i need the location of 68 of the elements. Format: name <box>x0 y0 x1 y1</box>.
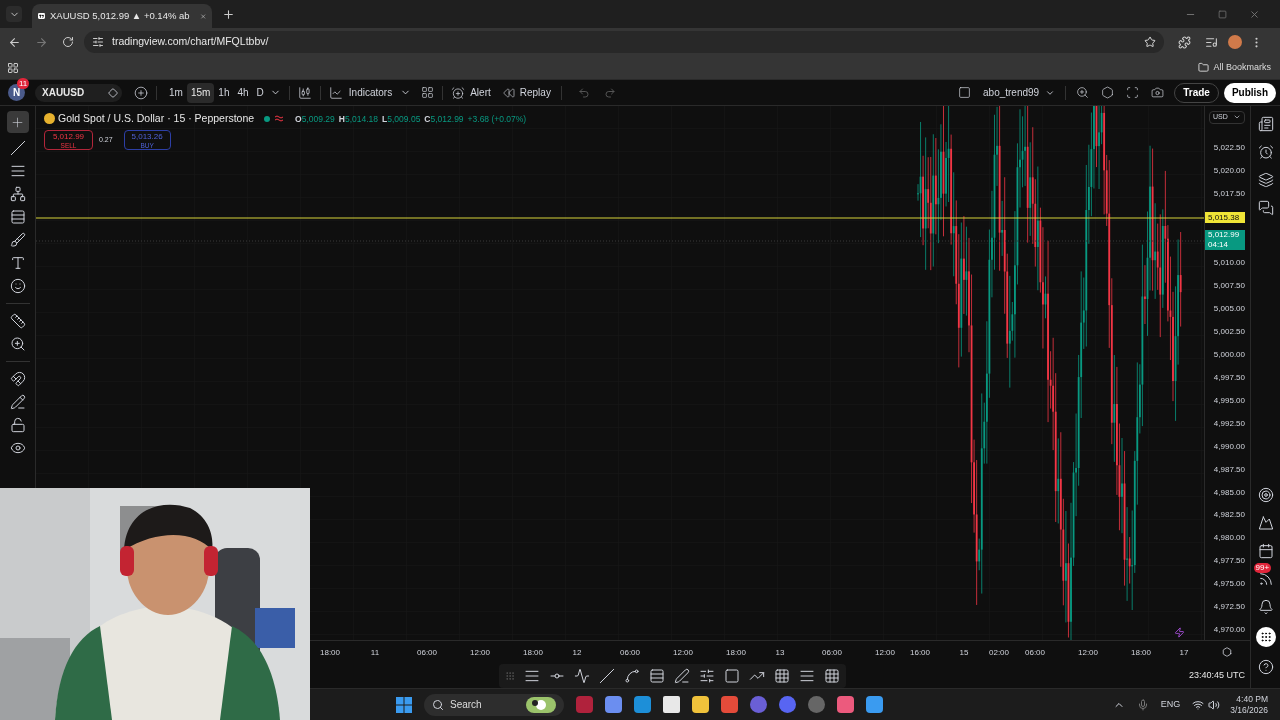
price-label: 5,010.00 <box>1213 257 1245 270</box>
taskbar-clock[interactable]: 4:40 PM 3/16/2026 <box>1230 693 1268 716</box>
ohlc-value: C5,012.99 <box>424 112 464 126</box>
time-label: 17 <box>1179 647 1189 659</box>
time-label: 16:00 <box>910 647 930 659</box>
time-label: 06:00 <box>1025 647 1045 659</box>
price-label: 5,020.00 <box>1213 165 1245 178</box>
ohlc-value: H5,014.18 <box>338 112 379 126</box>
time-label: 13 <box>775 647 785 659</box>
notification-badge: 11 <box>17 78 30 89</box>
tab-title: XAUUSD 5,012.99 ▲ +0.14% ab <box>50 8 190 23</box>
ohlc-value: O5,009.29 <box>295 112 335 126</box>
alert-button[interactable]: Alert <box>451 85 491 100</box>
interval-button[interactable]: 1h <box>214 82 234 103</box>
ohlc-value: L5,009.05 <box>382 112 421 126</box>
indicators-button[interactable]: Indicators <box>328 85 393 100</box>
interval-button[interactable]: 1m <box>165 82 187 103</box>
taskbar-search-field[interactable]: Search <box>424 693 564 716</box>
time-label: 18:00 <box>1131 647 1151 659</box>
price-label: 4,972.50 <box>1213 601 1245 614</box>
time-label: 18:00 <box>726 647 746 659</box>
price-label: 4,975.00 <box>1213 578 1245 591</box>
time-label: 06:00 <box>417 647 437 659</box>
language-indicator[interactable]: ENG <box>1160 697 1181 712</box>
line-price-tag: 5,015.38 <box>1205 211 1245 223</box>
time-label: 12:00 <box>470 647 490 659</box>
price-label: 4,990.00 <box>1213 440 1245 453</box>
price-label: 4,995.00 <box>1213 394 1245 407</box>
address-bar[interactable]: tradingview.com/chart/MFQLtbbv/ <box>84 31 1164 53</box>
time-label: 18:00 <box>320 647 340 659</box>
layout-name-button[interactable]: abo_trend99 <box>983 85 1056 100</box>
last-price-tag: 5,012.99 04:14 <box>1205 230 1245 251</box>
all-bookmarks-button[interactable]: All Bookmarks <box>1198 60 1273 75</box>
replay-button[interactable]: Replay <box>502 85 551 100</box>
price-label: 4,970.00 <box>1213 624 1245 637</box>
time-label: 12:00 <box>1078 647 1098 659</box>
price-label: 4,980.00 <box>1213 532 1245 545</box>
price-label: 4,997.50 <box>1213 371 1245 384</box>
price-label: 4,985.00 <box>1213 486 1245 499</box>
time-label: 18:00 <box>523 647 543 659</box>
browser-tab[interactable]: XAUUSD 5,012.99 ▲ +0.14% ab <box>32 4 212 28</box>
price-change: +3.68 (+0.07%) <box>467 112 527 126</box>
utc-clock: 23:40:45 UTC <box>1188 668 1246 682</box>
price-label: 4,977.50 <box>1213 555 1245 568</box>
price-label: 5,022.50 <box>1213 142 1245 155</box>
price-label: 5,000.00 <box>1213 348 1245 361</box>
time-label: 12 <box>572 647 582 659</box>
interval-button[interactable]: 4h <box>233 82 253 103</box>
time-label: 15 <box>959 647 969 659</box>
price-label: 4,982.50 <box>1213 509 1245 522</box>
price-label: 4,987.50 <box>1213 463 1245 476</box>
interval-button[interactable]: D <box>252 82 268 103</box>
time-label: 06:00 <box>822 647 842 659</box>
time-label: 02:00 <box>989 647 1009 659</box>
symbol-search-field[interactable]: XAUUSD <box>35 83 122 102</box>
time-label: 12:00 <box>875 647 895 659</box>
feed-badge: 99+ <box>1253 563 1272 573</box>
price-label: 4,992.50 <box>1213 417 1245 430</box>
price-label: 5,002.50 <box>1213 325 1245 338</box>
price-label: 5,017.50 <box>1213 188 1245 201</box>
publish-button[interactable]: Publish <box>1223 82 1276 103</box>
price-label: 5,007.50 <box>1213 280 1245 293</box>
time-label: 12:00 <box>673 647 693 659</box>
time-label: 06:00 <box>620 647 640 659</box>
symbol-title: Gold Spot / U.S. Dollar · 15 · Pepperstone <box>58 111 255 126</box>
price-label: 5,005.00 <box>1213 303 1245 316</box>
interval-button[interactable]: 15m <box>186 82 215 103</box>
time-label: 11 <box>370 647 380 659</box>
